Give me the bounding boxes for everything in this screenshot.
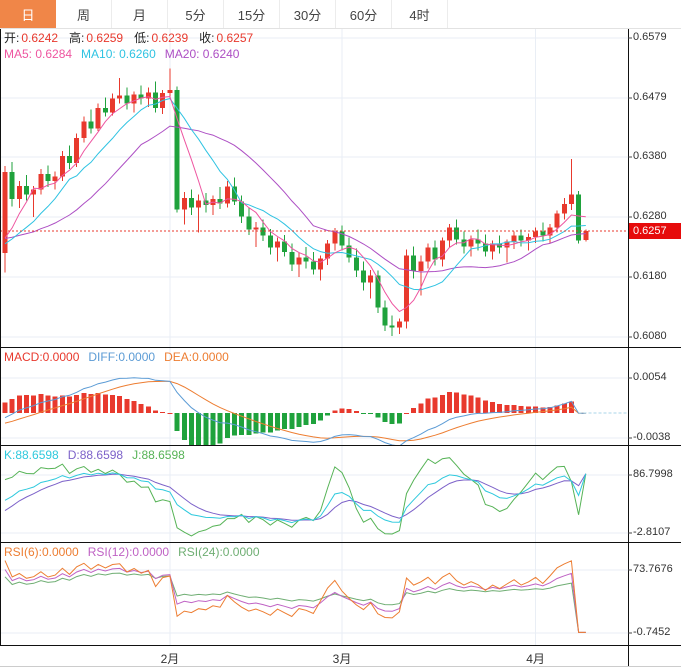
ohlc-value: 0.6259 xyxy=(86,31,124,45)
x-axis-label: 3月 xyxy=(332,652,352,666)
macd-legend-item: MACD:0.0000 xyxy=(4,350,80,364)
ohlc-legend: 开: 0.6242 高: 0.6259 低: 0.6239 收: 0.6257 xyxy=(4,31,264,45)
ohlc-item: 低: 0.6239 xyxy=(134,31,190,45)
ohlc-label: 收: xyxy=(199,31,215,45)
chart-canvas[interactable] xyxy=(0,0,681,672)
y-axis-label: -0.0038 xyxy=(633,431,671,443)
tab-label: 30分 xyxy=(293,7,322,23)
tab-label: 5分 xyxy=(185,7,206,23)
ohlc-item: 开: 0.6242 xyxy=(4,31,60,45)
y-axis-label: 0.0054 xyxy=(633,371,667,383)
y-axis-label: -2.8107 xyxy=(633,526,671,538)
ohlc-label: 低: xyxy=(134,31,150,45)
ma-legend: MA5: 0.6284 MA10: 0.6260 MA20: 0.6240 xyxy=(4,47,248,61)
tab-label: 日 xyxy=(21,7,35,23)
ohlc-value: 0.6242 xyxy=(21,31,59,45)
ohlc-item: 收: 0.6257 xyxy=(199,31,255,45)
y-axis-label: 0.6080 xyxy=(633,330,667,342)
rsi-legend-item: RSI(24):0.0000 xyxy=(178,545,260,559)
tab-30min[interactable]: 30分 xyxy=(280,0,336,28)
kdj-legend-item: K:88.6598 xyxy=(4,448,59,462)
ohlc-item: 高: 0.6259 xyxy=(69,31,125,45)
timeframe-tabs: 日 周 月 5分 15分 30分 60分 4时 xyxy=(0,0,681,29)
y-axis-label: -0.7452 xyxy=(633,626,671,638)
tab-label: 15分 xyxy=(237,7,266,23)
y-axis-label: 0.6180 xyxy=(633,270,667,283)
ma-legend-item: MA20: 0.6240 xyxy=(164,47,240,61)
kdj-legend-item: J:88.6598 xyxy=(132,448,185,462)
ohlc-label: 高: xyxy=(69,31,85,45)
chart-area[interactable] xyxy=(0,0,681,672)
y-axis-label: 0.6479 xyxy=(633,90,667,103)
y-axis-label: 0.6579 xyxy=(633,31,667,43)
current-price-badge: 0.6257 xyxy=(629,222,681,239)
kdj-legend-item: D:88.6598 xyxy=(67,448,124,462)
tab-60min[interactable]: 60分 xyxy=(336,0,392,28)
y-axis-label: 0.6280 xyxy=(633,210,667,223)
ohlc-value: 0.6257 xyxy=(216,31,254,45)
tab-week[interactable]: 周 xyxy=(56,0,112,28)
tab-label: 60分 xyxy=(349,7,378,23)
rsi-legend-item: RSI(12):0.0000 xyxy=(87,545,170,559)
y-axis-label: 86.7998 xyxy=(633,468,673,480)
y-axis-label: 73.7676 xyxy=(633,563,673,575)
tab-day[interactable]: 日 xyxy=(0,0,56,28)
tab-label: 月 xyxy=(132,7,146,23)
tab-month[interactable]: 月 xyxy=(112,0,168,28)
macd-legend-item: DEA:0.0000 xyxy=(164,350,229,364)
ohlc-value: 0.6239 xyxy=(151,31,189,45)
macd-legend-item: DIFF:0.0000 xyxy=(88,350,156,364)
ohlc-label: 开: xyxy=(4,31,20,45)
kdj-legend: K:88.6598 D:88.6598 J:88.6598 xyxy=(4,448,194,462)
rsi-legend-item: RSI(6):0.0000 xyxy=(4,545,79,559)
ma-legend-item: MA5: 0.6284 xyxy=(4,47,73,61)
x-axis-label: 2月 xyxy=(160,652,180,666)
rsi-legend: RSI(6):0.0000 RSI(12):0.0000 RSI(24):0.000… xyxy=(4,545,269,559)
ma-legend-item: MA10: 0.6260 xyxy=(81,47,156,61)
x-axis-label: 4月 xyxy=(526,652,545,666)
tab-label: 周 xyxy=(76,7,90,23)
tab-5min[interactable]: 5分 xyxy=(168,0,224,28)
y-axis-label: 0.6380 xyxy=(633,150,667,163)
tab-15min[interactable]: 15分 xyxy=(224,0,280,28)
macd-legend: MACD:0.0000 DIFF:0.0000 DEA:0.0000 xyxy=(4,350,238,364)
tab-label: 4时 xyxy=(409,7,430,23)
tab-4hour[interactable]: 4时 xyxy=(392,0,448,28)
